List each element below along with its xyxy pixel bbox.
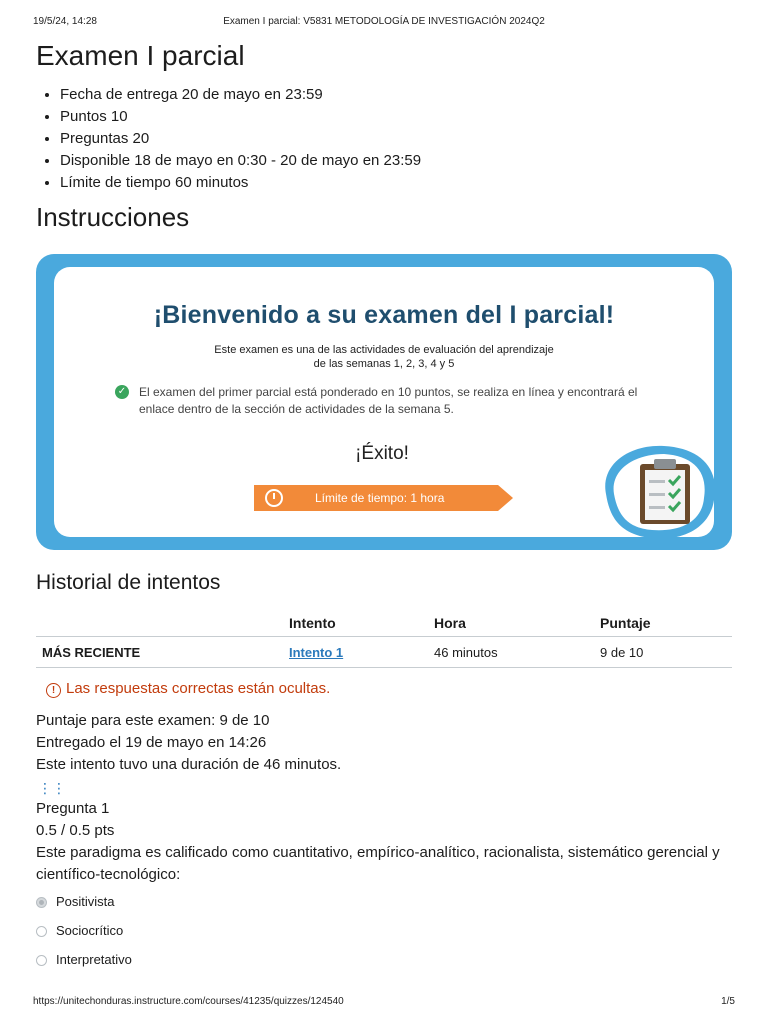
print-page-number: 1/5 bbox=[721, 996, 735, 1007]
detail-questions: Preguntas 20 bbox=[60, 128, 421, 150]
question-points: 0.5 / 0.5 pts bbox=[36, 822, 115, 839]
detail-time-limit: Límite de tiempo 60 minutos bbox=[60, 172, 421, 194]
welcome-banner: ¡Bienvenido a su examen del I parcial! E… bbox=[36, 254, 732, 550]
radio-icon[interactable] bbox=[36, 926, 47, 937]
time-limit-ribbon-arrow bbox=[498, 485, 513, 511]
table-header-row: Intento Hora Puntaje bbox=[36, 609, 732, 637]
time-limit-label: Límite de tiempo: 1 hora bbox=[315, 491, 445, 505]
table-row: MÁS RECIENTE Intento 1 46 minutos 9 de 1… bbox=[36, 636, 732, 668]
instructions-heading: Instrucciones bbox=[36, 202, 190, 232]
question-1: Pregunta 1 0.5 / 0.5 pts Este paradigma … bbox=[36, 798, 736, 886]
check-circle-icon: ✓ bbox=[115, 385, 129, 399]
option-label: Interpretativo bbox=[56, 952, 132, 967]
option-label: Sociocrítico bbox=[56, 923, 124, 938]
question-title: Pregunta 1 bbox=[36, 800, 110, 817]
answer-option-positivista[interactable]: Positivista bbox=[36, 894, 115, 909]
radio-icon[interactable] bbox=[36, 955, 47, 966]
banner-subtitle-line1: Este examen es una de las actividades de… bbox=[214, 344, 554, 356]
col-header-hora: Hora bbox=[434, 609, 600, 637]
history-heading: Historial de intentos bbox=[36, 571, 221, 594]
attempt-score: 9 de 10 bbox=[600, 636, 732, 668]
col-header-status bbox=[36, 609, 289, 637]
time-limit-ribbon: Límite de tiempo: 1 hora bbox=[254, 485, 498, 511]
summary-score: Puntaje para este examen: 9 de 10 bbox=[36, 712, 270, 729]
attempt-history-table: Intento Hora Puntaje MÁS RECIENTE Intent… bbox=[36, 609, 732, 668]
option-label: Positivista bbox=[56, 894, 115, 909]
banner-title: ¡Bienvenido a su examen del I parcial! bbox=[153, 301, 615, 329]
attempt-summary: Puntaje para este examen: 9 de 10 Entreg… bbox=[36, 710, 341, 776]
banner-info-text: El examen del primer parcial está ponder… bbox=[139, 385, 638, 416]
page-title: Examen I parcial bbox=[36, 40, 245, 71]
detail-due-date: Fecha de entrega 20 de mayo en 23:59 bbox=[60, 84, 421, 106]
print-header: 19/5/24, 14:28 Examen I parcial: V5831 M… bbox=[33, 16, 735, 30]
summary-submitted: Entregado el 19 de mayo en 14:26 bbox=[36, 734, 267, 751]
hidden-answers-text: Las respuestas correctas están ocultas. bbox=[66, 680, 331, 697]
radio-selected-icon[interactable] bbox=[36, 897, 47, 908]
welcome-banner-card: ¡Bienvenido a su examen del I parcial! E… bbox=[54, 267, 714, 537]
attempt-1-link[interactable]: Intento 1 bbox=[289, 645, 343, 660]
banner-subtitle: Este examen es una de las actividades de… bbox=[54, 343, 714, 371]
hidden-answers-note: ! Las respuestas correctas están ocultas. bbox=[46, 680, 330, 698]
detail-available: Disponible 18 de mayo en 0:30 - 20 de ma… bbox=[60, 150, 421, 172]
drag-handle-icon[interactable]: ⋮⋮ bbox=[38, 779, 66, 797]
answer-option-interpretativo[interactable]: Interpretativo bbox=[36, 952, 132, 967]
attempt-time: 46 minutos bbox=[434, 636, 600, 668]
question-text: Este paradigma es calificado como cuanti… bbox=[36, 844, 720, 883]
banner-subtitle-line2: de las semanas 1, 2, 3, 4 y 5 bbox=[313, 358, 455, 370]
answer-option-sociocritico[interactable]: Sociocrítico bbox=[36, 923, 123, 938]
attempt-status: MÁS RECIENTE bbox=[36, 636, 289, 668]
col-header-puntaje: Puntaje bbox=[600, 609, 732, 637]
print-title: Examen I parcial: V5831 METODOLOGÍA DE I… bbox=[223, 16, 545, 27]
print-url: https://unitechonduras.instructure.com/c… bbox=[33, 996, 344, 1007]
attempt-cell: Intento 1 bbox=[289, 636, 434, 668]
stopwatch-icon bbox=[265, 489, 283, 507]
warning-icon: ! bbox=[46, 683, 61, 698]
clipboard-checklist-icon bbox=[605, 445, 714, 537]
col-header-intento: Intento bbox=[289, 609, 434, 637]
quiz-details-list: Fecha de entrega 20 de mayo en 23:59 Pun… bbox=[36, 84, 421, 194]
detail-points: Puntos 10 bbox=[60, 106, 421, 128]
summary-duration: Este intento tuvo una duración de 46 min… bbox=[36, 756, 342, 773]
